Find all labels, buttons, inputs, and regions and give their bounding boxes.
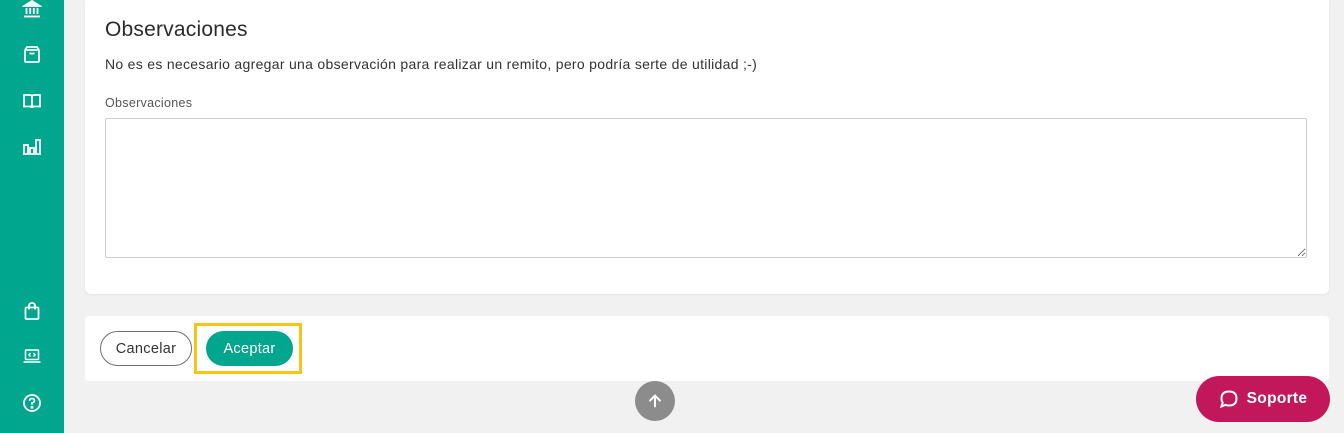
bank-icon[interactable] bbox=[21, 0, 43, 20]
box-icon[interactable] bbox=[21, 44, 43, 66]
observations-textarea[interactable] bbox=[105, 118, 1307, 258]
support-button[interactable]: Soporte bbox=[1196, 376, 1330, 422]
actions-bar: Cancelar Aceptar bbox=[85, 316, 1329, 381]
observations-card: Observaciones No es es necesario agregar… bbox=[85, 0, 1329, 294]
observations-title: Observaciones bbox=[105, 18, 248, 41]
observations-field-label: Observaciones bbox=[105, 96, 193, 110]
cancel-button[interactable]: Cancelar bbox=[100, 331, 192, 366]
chat-bubble-icon bbox=[1219, 390, 1238, 409]
accept-button[interactable]: Aceptar bbox=[206, 331, 293, 366]
bar-chart-icon[interactable] bbox=[21, 136, 43, 158]
laptop-code-icon[interactable] bbox=[21, 345, 43, 367]
observations-description: No es es necesario agregar una observaci… bbox=[105, 56, 758, 72]
scroll-to-top-button[interactable] bbox=[635, 381, 675, 421]
arrow-up-icon bbox=[649, 394, 661, 408]
shopping-bag-icon[interactable] bbox=[21, 300, 43, 322]
support-label: Soporte bbox=[1246, 390, 1308, 407]
sidebar bbox=[0, 0, 64, 433]
book-icon[interactable] bbox=[21, 90, 43, 112]
help-circle-icon[interactable] bbox=[21, 392, 43, 414]
